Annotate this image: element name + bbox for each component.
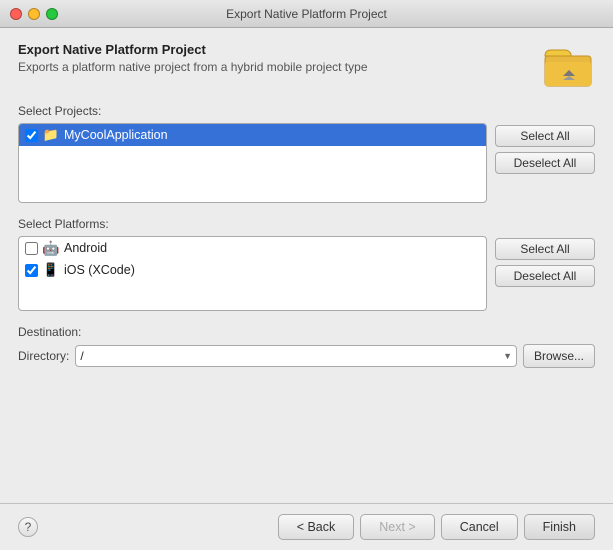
platforms-deselect-all-button[interactable]: Deselect All <box>495 265 595 287</box>
directory-input-wrap[interactable]: ▼ <box>75 345 517 367</box>
projects-select-all-button[interactable]: Select All <box>495 125 595 147</box>
projects-section: 📁 MyCoolApplication Select All Deselect … <box>18 123 595 203</box>
ios-name: iOS (XCode) <box>64 263 135 277</box>
maximize-button[interactable] <box>46 8 58 20</box>
dialog-title: Export Native Platform Project <box>18 42 533 57</box>
directory-input[interactable] <box>80 349 503 363</box>
list-item[interactable]: 🤖 Android <box>19 237 486 259</box>
dropdown-arrow-icon[interactable]: ▼ <box>503 351 512 361</box>
finish-button[interactable]: Finish <box>524 514 595 540</box>
platforms-label: Select Platforms: <box>18 217 595 231</box>
window-title: Export Native Platform Project <box>226 7 387 21</box>
window-controls <box>10 8 58 20</box>
directory-label: Directory: <box>18 349 69 363</box>
close-button[interactable] <box>10 8 22 20</box>
projects-label: Select Projects: <box>18 104 595 118</box>
destination-label: Destination: <box>18 325 595 339</box>
list-item[interactable]: 📱 iOS (XCode) <box>19 259 486 281</box>
platforms-buttons: Select All Deselect All <box>495 236 595 287</box>
back-button[interactable]: < Back <box>278 514 355 540</box>
folder-icon <box>543 42 595 90</box>
next-button[interactable]: Next > <box>360 514 434 540</box>
dialog-subtitle: Exports a platform native project from a… <box>18 60 533 74</box>
separator <box>0 503 613 504</box>
projects-deselect-all-button[interactable]: Deselect All <box>495 152 595 174</box>
cancel-button[interactable]: Cancel <box>441 514 518 540</box>
project-checkbox[interactable] <box>25 129 38 142</box>
android-name: Android <box>64 241 107 255</box>
list-item[interactable]: 📁 MyCoolApplication <box>19 124 486 146</box>
projects-buttons: Select All Deselect All <box>495 123 595 174</box>
projects-list[interactable]: 📁 MyCoolApplication <box>18 123 487 203</box>
destination-section: Destination: Directory: ▼ Browse... <box>18 325 595 368</box>
ios-icon: 📱 <box>43 262 59 278</box>
platforms-section: 🤖 Android 📱 iOS (XCode) Select All Desel… <box>18 236 595 311</box>
header-section: Export Native Platform Project Exports a… <box>18 42 595 90</box>
header-text: Export Native Platform Project Exports a… <box>18 42 533 74</box>
project-name: MyCoolApplication <box>64 128 168 142</box>
bottom-bar: ? < Back Next > Cancel Finish <box>18 514 595 540</box>
dialog-body: Export Native Platform Project Exports a… <box>0 28 613 550</box>
destination-row: Directory: ▼ Browse... <box>18 344 595 368</box>
help-button[interactable]: ? <box>18 517 38 537</box>
minimize-button[interactable] <box>28 8 40 20</box>
title-bar: Export Native Platform Project <box>0 0 613 28</box>
platforms-select-all-button[interactable]: Select All <box>495 238 595 260</box>
browse-button[interactable]: Browse... <box>523 344 595 368</box>
platforms-list[interactable]: 🤖 Android 📱 iOS (XCode) <box>18 236 487 311</box>
project-icon: 📁 <box>43 127 59 143</box>
android-checkbox[interactable] <box>25 242 38 255</box>
android-icon: 🤖 <box>43 240 59 256</box>
ios-checkbox[interactable] <box>25 264 38 277</box>
